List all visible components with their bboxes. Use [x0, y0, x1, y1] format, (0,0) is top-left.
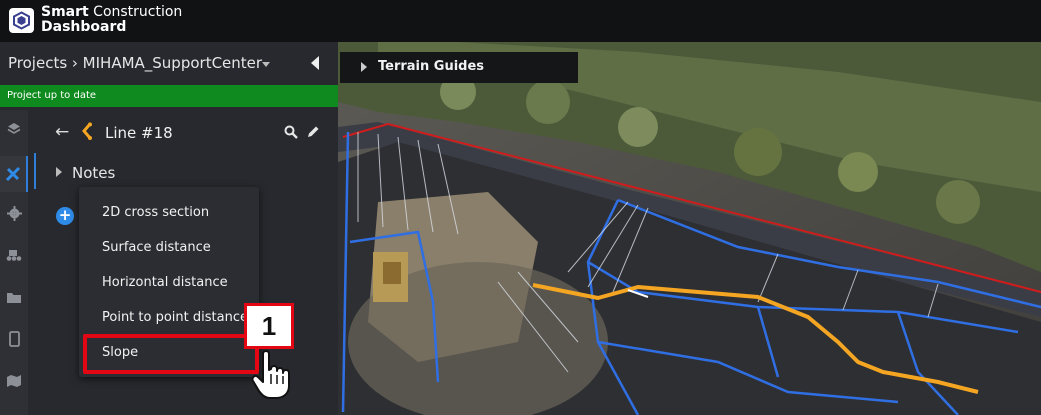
measure-tools-icon[interactable] [0, 156, 28, 192]
brand-bold: Smart [41, 4, 89, 20]
map-icon[interactable] [0, 366, 28, 396]
line-tool-icon [78, 122, 94, 146]
brand-rest: Construction [88, 4, 183, 20]
line-title: Line #18 [105, 124, 173, 142]
project-status-bar: Project up to date [0, 85, 338, 107]
add-measurement-button[interactable]: + [56, 207, 74, 225]
menu-item-point-to-point-distance[interactable]: Point to point distance [102, 310, 248, 325]
notes-label[interactable]: Notes [72, 164, 115, 182]
logo-icon [9, 8, 34, 33]
tool-rail [0, 110, 28, 415]
brand-title: Smart Construction Dashboard [41, 5, 182, 35]
menu-item-2d-cross-section[interactable]: 2D cross section [102, 205, 209, 220]
notes-active-indicator [34, 153, 36, 189]
expand-terrain-icon[interactable] [361, 62, 367, 72]
edit-pencil-icon[interactable] [306, 124, 320, 143]
chevron-down-icon[interactable] [262, 62, 270, 67]
folder-icon[interactable] [0, 282, 28, 312]
brand-line2: Dashboard [41, 19, 127, 35]
layers-icon[interactable] [0, 114, 28, 144]
zoom-to-icon[interactable] [284, 124, 298, 143]
menu-item-horizontal-distance[interactable]: Horizontal distance [102, 275, 228, 290]
back-arrow-icon[interactable]: ← [55, 122, 69, 142]
top-bar: Smart Construction Dashboard [0, 0, 1041, 42]
menu-item-surface-distance[interactable]: Surface distance [102, 240, 211, 255]
step-badge: 1 [244, 303, 294, 349]
machine-icon[interactable] [0, 240, 28, 270]
terrain-guides-label[interactable]: Terrain Guides [378, 59, 484, 74]
slope-highlight-box [83, 334, 259, 374]
gear-icon[interactable] [0, 198, 28, 228]
device-icon[interactable] [0, 324, 28, 354]
collapse-panel-icon[interactable] [311, 56, 319, 70]
project-breadcrumb[interactable]: Projects › MIHAMA_SupportCenter [8, 54, 262, 72]
map-viewport[interactable] [338, 42, 1041, 415]
site-map-render [338, 42, 1041, 415]
project-selector[interactable]: Projects › MIHAMA_SupportCenter [0, 42, 338, 85]
expand-notes-icon[interactable] [56, 167, 62, 177]
pointer-hand-icon [250, 348, 296, 404]
